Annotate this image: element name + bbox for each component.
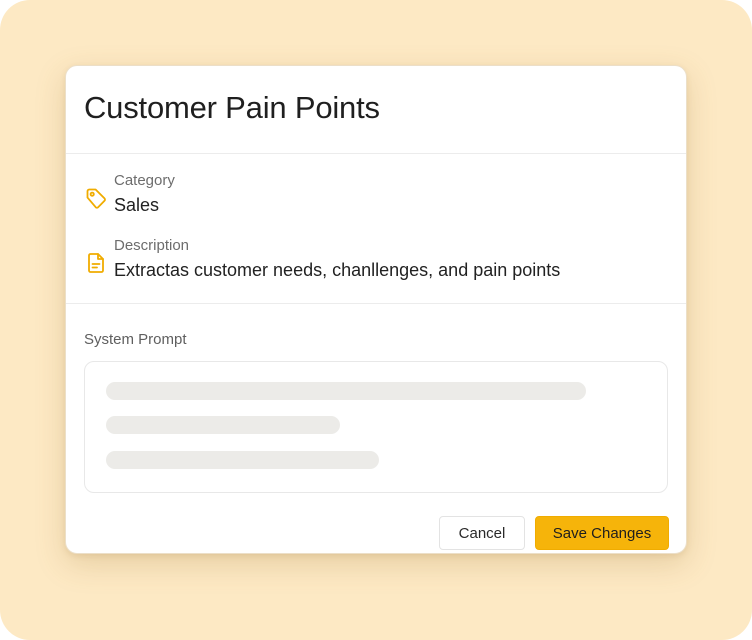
loading-skeleton-line bbox=[106, 416, 340, 434]
category-label: Category bbox=[114, 172, 175, 189]
description-label: Description bbox=[114, 237, 190, 254]
description-value: Extractas customer needs, chanllenges, a… bbox=[114, 260, 561, 280]
description-row: Description Extractas customer needs, ch… bbox=[84, 237, 560, 282]
system-prompt-label: System Prompt bbox=[84, 331, 187, 348]
category-value: Sales bbox=[114, 195, 160, 215]
loading-skeleton-line bbox=[106, 451, 379, 469]
loading-skeleton-line bbox=[106, 382, 586, 400]
dialog-title: Customer Pain Points bbox=[84, 89, 380, 125]
agent-details: Category Sales Description Extractas cus… bbox=[66, 154, 686, 304]
category-text: Category Sales bbox=[114, 172, 175, 217]
dialog-header: Customer Pain Points bbox=[66, 66, 686, 154]
category-row: Category Sales bbox=[84, 172, 175, 217]
edit-agent-dialog: Customer Pain Points Category Sales Desc… bbox=[65, 65, 687, 554]
document-icon bbox=[84, 251, 108, 275]
description-text: Description Extractas customer needs, ch… bbox=[114, 237, 560, 282]
save-changes-button[interactable]: Save Changes bbox=[535, 516, 669, 550]
tag-icon bbox=[84, 186, 108, 210]
system-prompt-field[interactable] bbox=[84, 361, 668, 493]
cancel-button[interactable]: Cancel bbox=[439, 516, 525, 550]
